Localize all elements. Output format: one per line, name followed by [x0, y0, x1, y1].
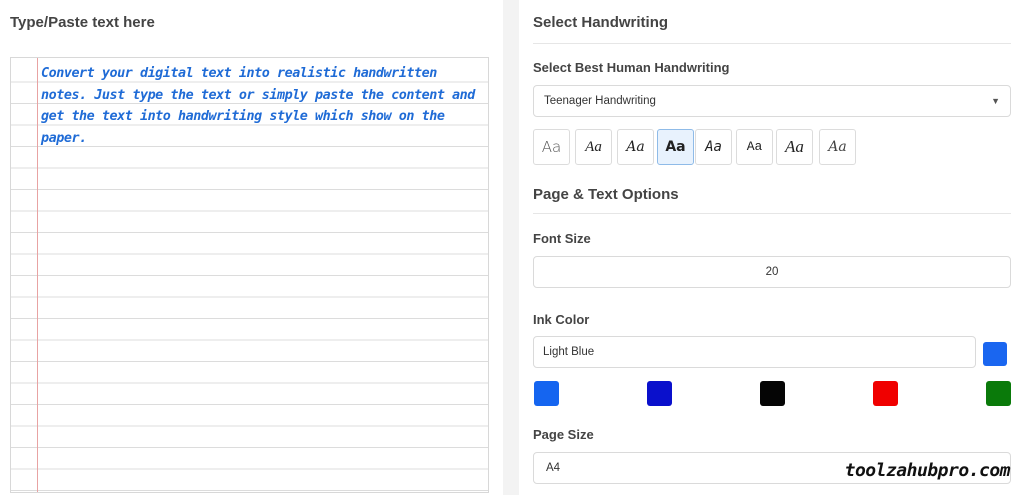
options-section-title: Page & Text Options [533, 186, 679, 203]
section-divider [533, 43, 1011, 44]
paper-margin-line [37, 58, 38, 492]
watermark-text: toolzahubpro.com [844, 460, 1011, 481]
color-swatch-green[interactable] [986, 381, 1011, 406]
color-swatch-blue[interactable] [534, 381, 559, 406]
font-size-input[interactable]: 20 [533, 256, 1011, 288]
font-style-option-3[interactable]: Aa [617, 129, 654, 165]
handwriting-select-value: Teenager Handwriting [544, 95, 656, 107]
color-swatch-black[interactable] [760, 381, 785, 406]
handwriting-text-area[interactable]: Convert your digital text into realistic… [10, 57, 489, 493]
font-size-value: 20 [765, 266, 779, 278]
font-style-option-4-selected[interactable]: Aa [657, 129, 694, 165]
options-panel: Select Handwriting Select Best Human Han… [519, 0, 1024, 495]
ink-color-value: Light Blue [543, 346, 595, 358]
font-size-label: Font Size [533, 231, 591, 246]
page-size-label: Page Size [533, 427, 594, 442]
font-style-option-5[interactable]: Aa [695, 129, 732, 165]
font-style-option-2[interactable]: Aa [575, 129, 612, 165]
font-style-option-7[interactable]: Aa [776, 129, 813, 165]
panel-gutter [503, 0, 519, 495]
handwritten-text[interactable]: Convert your digital text into realistic… [41, 63, 484, 149]
ink-color-preview[interactable] [983, 342, 1007, 366]
ink-color-input[interactable]: Light Blue [533, 336, 976, 368]
handwriting-section-title: Select Handwriting [533, 14, 669, 31]
font-style-option-6[interactable]: Aa [736, 129, 773, 165]
chevron-down-icon: ▼ [991, 96, 1000, 106]
color-swatch-red[interactable] [873, 381, 898, 406]
font-style-option-1[interactable]: Aa [533, 129, 570, 165]
color-swatch-dark-blue[interactable] [647, 381, 672, 406]
ink-color-label: Ink Color [533, 312, 590, 327]
handwriting-select[interactable]: Teenager Handwriting ▼ [533, 85, 1011, 117]
text-input-panel: Type/Paste text here Convert your digita… [0, 0, 503, 495]
handwriting-select-label: Select Best Human Handwriting [533, 60, 730, 75]
input-panel-title: Type/Paste text here [10, 14, 155, 31]
page-size-value: A4 [546, 462, 561, 474]
section-divider [533, 213, 1011, 214]
font-style-option-8[interactable]: Aa [819, 129, 856, 165]
